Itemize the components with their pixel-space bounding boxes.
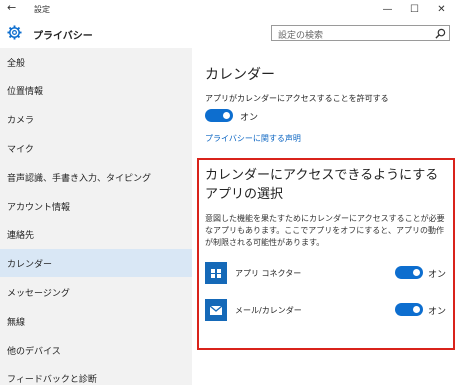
page-header: プライバシー 設定の検索 [0, 18, 456, 49]
search-icon[interactable] [435, 28, 446, 39]
sidebar-item-feedback[interactable]: フィードバックと診断 [0, 364, 192, 392]
sidebar-item-label: 全般 [7, 59, 26, 69]
app-connector-toggle[interactable] [395, 266, 423, 279]
title-bar: ← 設定 — ☐ ✕ [0, 0, 456, 18]
sidebar-item-location[interactable]: 位置情報 [0, 76, 192, 104]
sidebar-item-camera[interactable]: カメラ [0, 105, 192, 133]
mail-calendar-label: メール/カレンダー [235, 306, 302, 315]
sidebar-item-label: 音声認識、手書き入力、タイピング [7, 174, 152, 184]
sidebar-item-label: 他のデバイス [7, 347, 61, 357]
search-input[interactable]: 設定の検索 [271, 25, 450, 41]
sidebar-item-radios[interactable]: 無線 [0, 307, 192, 335]
maximize-button[interactable]: ☐ [401, 0, 428, 18]
sidebar-item-general[interactable]: 全般 [0, 48, 192, 76]
sidebar-item-label: フィードバックと診断 [7, 375, 97, 385]
mail-calendar-toggle[interactable] [395, 303, 423, 316]
app-connector-state: オン [428, 270, 447, 280]
sidebar-item-speech[interactable]: 音声認識、手書き入力、タイピング [0, 163, 192, 191]
sidebar-item-label: メッセージング [7, 289, 70, 299]
app-connector-label: アプリ コネクター [235, 269, 302, 278]
allow-access-toggle[interactable] [205, 109, 233, 122]
sidebar-item-label: 無線 [7, 318, 26, 328]
sidebar-item-label: マイク [7, 145, 34, 155]
window-title: 設定 [34, 5, 50, 14]
sidebar-item-other-devices[interactable]: 他のデバイス [0, 336, 192, 364]
sidebar-item-label: 連絡先 [7, 231, 35, 241]
sidebar-item-label: 位置情報 [7, 87, 44, 97]
sidebar-item-account-info[interactable]: アカウント情報 [0, 192, 192, 220]
sidebar-item-label: カメラ [7, 116, 35, 126]
allow-access-state: オン [240, 113, 259, 123]
sidebar: 全般 位置情報 カメラ マイク 音声認識、手書き入力、タイピング アカウント情報… [0, 48, 192, 385]
app-connector-icon [205, 262, 227, 284]
sidebar-item-microphone[interactable]: マイク [0, 134, 192, 162]
back-button[interactable]: ← [7, 1, 16, 14]
page-title: プライバシー [33, 31, 93, 42]
privacy-statement-link[interactable]: プライバシーに関する声明 [205, 133, 301, 144]
sidebar-item-calendar[interactable]: カレンダー [0, 249, 192, 277]
section-heading: カレンダー [205, 67, 275, 83]
allow-access-label: アプリがカレンダーにアクセスすることを許可する [205, 94, 389, 103]
sidebar-item-label: アカウント情報 [7, 203, 71, 213]
sidebar-item-messaging[interactable]: メッセージング [0, 278, 192, 306]
mail-calendar-icon [205, 299, 227, 321]
sidebar-item-contacts[interactable]: 連絡先 [0, 220, 192, 248]
search-placeholder: 設定の検索 [278, 31, 324, 41]
choose-apps-heading: カレンダーにアクセスできるようにするアプリの選択 [205, 168, 439, 202]
choose-apps-description: 意図した機能を果たすためにカレンダーにアクセスすることが必要なアプリもあります。… [205, 214, 445, 247]
mail-calendar-state: オン [428, 307, 447, 317]
sidebar-item-label: カレンダー [7, 260, 53, 270]
minimize-button[interactable]: — [374, 0, 401, 18]
close-button[interactable]: ✕ [428, 0, 455, 18]
gear-icon [7, 25, 22, 40]
